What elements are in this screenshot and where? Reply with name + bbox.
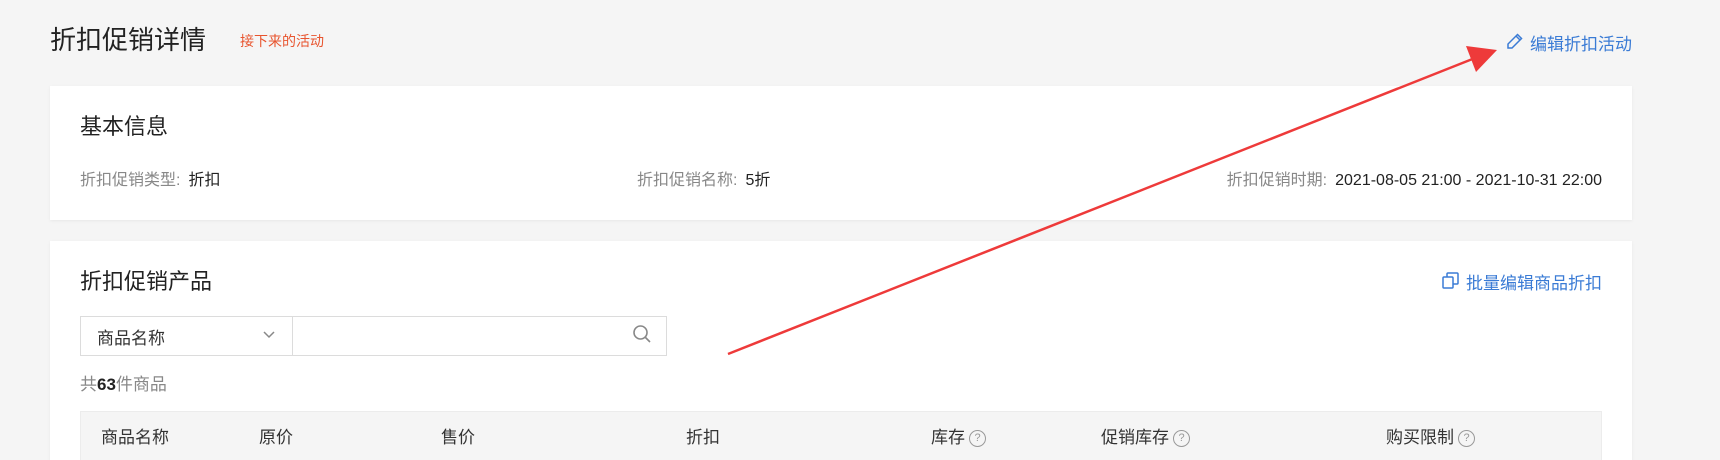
product-count-value: 63	[97, 375, 116, 394]
column-purchase-limit: 购买限制 ?	[1386, 426, 1475, 450]
discount-type-label: 折扣促销类型:	[80, 172, 181, 189]
discount-period-label: 折扣促销时期:	[1226, 172, 1328, 189]
bulk-edit-button[interactable]: 批量编辑商品折扣	[1441, 271, 1602, 297]
product-count-prefix: 共	[80, 375, 97, 394]
page: 折扣促销详情 接下来的活动 编辑折扣活动 基本信息 折扣促销类型: 折扣 折扣促销…	[0, 0, 1720, 460]
column-label: 促销库存	[1101, 428, 1169, 447]
column-promo-stock: 促销库存 ?	[1101, 426, 1190, 450]
discount-name-value: 5折	[745, 172, 771, 189]
search-input[interactable]	[293, 317, 618, 355]
column-label: 商品名称	[101, 428, 169, 447]
help-circle-icon[interactable]: ?	[1173, 429, 1190, 447]
column-label: 售价	[441, 428, 475, 447]
bulk-edit-label: 批量编辑商品折扣	[1466, 274, 1602, 293]
basic-info-card: 基本信息 折扣促销类型: 折扣 折扣促销名称: 5折 折扣促销时期: 2021-08-…	[50, 86, 1632, 220]
column-label: 购买限制	[1386, 428, 1454, 447]
products-title: 折扣促销产品	[80, 269, 213, 294]
product-search-bar: 商品名称	[80, 316, 667, 356]
chevron-down-icon	[262, 326, 276, 346]
products-card: 折扣促销产品 批量编辑商品折扣 商品名称 共63件商品 商品名称 原价 售价 折…	[50, 241, 1632, 460]
pencil-icon	[1506, 32, 1524, 57]
edit-discount-label: 编辑折扣活动	[1530, 34, 1632, 54]
page-header: 折扣促销详情 接下来的活动 编辑折扣活动	[50, 22, 1632, 62]
column-label: 折扣	[686, 428, 720, 447]
column-stock: 库存 ?	[931, 426, 986, 450]
product-count-suffix: 件商品	[115, 375, 167, 394]
discount-type-value: 折扣	[188, 172, 221, 189]
column-original-price: 原价	[259, 426, 293, 450]
discount-period-value: 2021-08-05 21:00 - 2021-10-31 22:00	[1335, 172, 1602, 189]
page-title: 折扣促销详情	[50, 25, 207, 55]
help-circle-icon[interactable]: ?	[969, 429, 986, 447]
status-tag: 接下来的活动	[240, 33, 324, 49]
basic-info-title: 基本信息	[80, 114, 169, 139]
search-field-value: 商品名称	[97, 328, 165, 348]
discount-name-field: 折扣促销名称: 5折	[637, 169, 770, 193]
column-label: 原价	[259, 428, 293, 447]
column-sale-price: 售价	[441, 426, 475, 450]
discount-name-label: 折扣促销名称:	[637, 172, 738, 189]
search-button[interactable]	[618, 317, 666, 355]
column-product-name: 商品名称	[101, 426, 169, 450]
help-circle-icon[interactable]: ?	[1458, 429, 1475, 447]
column-label: 库存	[931, 428, 965, 447]
search-field-select[interactable]: 商品名称	[81, 317, 293, 355]
table-header: 商品名称 原价 售价 折扣 库存 ? 促销库存 ? 购买限制 ?	[80, 411, 1602, 460]
discount-type-field: 折扣促销类型: 折扣	[80, 169, 220, 193]
edit-discount-button[interactable]: 编辑折扣活动	[1506, 32, 1632, 57]
search-icon	[632, 324, 652, 349]
column-discount: 折扣	[686, 426, 720, 450]
copy-icon	[1441, 271, 1460, 297]
discount-period-field: 折扣促销时期: 2021-08-05 21:00 - 2021-10-31 22:…	[1227, 169, 1602, 193]
product-count: 共63件商品	[80, 373, 167, 397]
